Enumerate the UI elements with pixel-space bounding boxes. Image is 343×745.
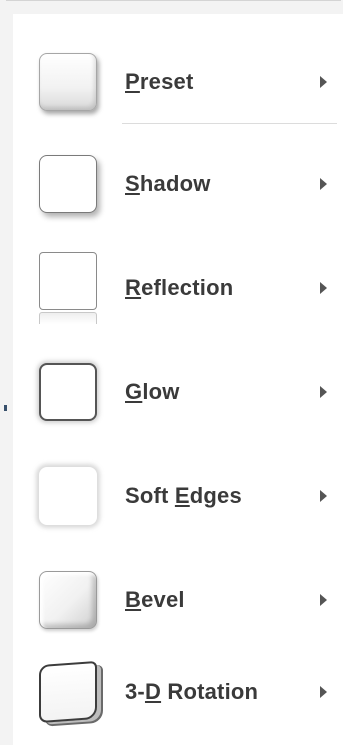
reflection-mirror-icon xyxy=(39,312,97,324)
chevron-right-icon xyxy=(320,594,327,606)
menu-item-3d-rotation[interactable]: 3-D Rotation xyxy=(14,642,343,742)
glow-effect-icon xyxy=(39,363,97,421)
shadow-effect-icon xyxy=(39,155,97,213)
menu-item-label: Reflection xyxy=(125,275,234,300)
edge-marker xyxy=(4,405,7,411)
menu-item-label: Glow xyxy=(125,379,180,404)
shape-effects-menu: Preset Shadow Reflection Glow Soft Edges… xyxy=(14,14,343,745)
menu-separator xyxy=(122,123,337,124)
menu-item-soft-edges[interactable]: Soft Edges xyxy=(14,446,343,546)
menu-left-gutter xyxy=(0,14,13,745)
menu-item-label: Soft Edges xyxy=(125,483,242,508)
menu-item-shadow[interactable]: Shadow xyxy=(14,134,343,234)
chevron-right-icon xyxy=(320,178,327,190)
menu-item-preset[interactable]: Preset xyxy=(14,32,343,132)
menu-item-label: 3-D Rotation xyxy=(125,679,259,704)
menu-top-border xyxy=(0,0,343,14)
bevel-effect-icon xyxy=(39,571,97,629)
menu-item-reflection[interactable]: Reflection xyxy=(14,238,343,338)
chevron-right-icon xyxy=(320,282,327,294)
menu-item-label: Shadow xyxy=(125,171,211,196)
menu-item-glow[interactable]: Glow xyxy=(14,342,343,442)
3d-rotation-effect-icon xyxy=(39,660,97,724)
reflection-effect-icon xyxy=(39,252,97,310)
menu-item-label: Preset xyxy=(125,69,194,94)
menu-item-label: Bevel xyxy=(125,587,185,612)
preset-effect-icon xyxy=(39,53,97,111)
chevron-right-icon xyxy=(320,386,327,398)
top-divider xyxy=(6,0,341,1)
chevron-right-icon xyxy=(320,490,327,502)
menu-item-bevel[interactable]: Bevel xyxy=(14,550,343,650)
soft-edges-effect-icon xyxy=(39,467,97,525)
chevron-right-icon xyxy=(320,76,327,88)
chevron-right-icon xyxy=(320,686,327,698)
